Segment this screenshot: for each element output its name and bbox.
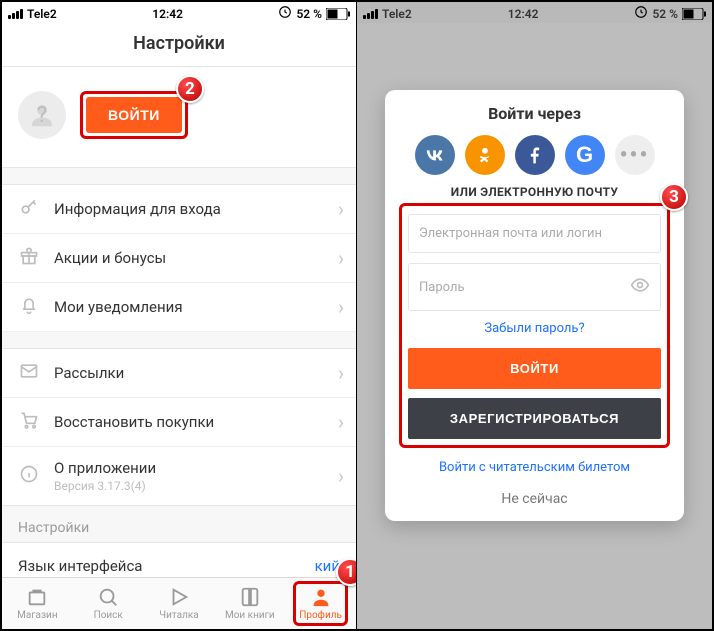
chevron-right-icon: ›	[338, 197, 344, 221]
chevron-right-icon: ›	[338, 295, 344, 319]
gift-icon	[18, 246, 40, 270]
battery-icon	[326, 8, 350, 20]
badge-1: 1	[336, 558, 357, 586]
highlight-form: Электронная почта или логин Пароль Забыл…	[399, 203, 670, 448]
clock-label: 12:42	[508, 7, 539, 21]
avatar-placeholder: ?	[18, 91, 66, 139]
carrier-label: Tele2	[382, 7, 412, 21]
list-label: Рассылки	[54, 364, 124, 382]
social-vk-button[interactable]	[415, 135, 455, 175]
tab-profile[interactable]: Профиль 1	[285, 578, 356, 629]
tab-bar: Магазин Поиск Читалка Мои книги Профиль …	[2, 577, 356, 629]
profile-icon	[310, 586, 332, 608]
login-modal: Войти через G ••• ИЛИ ЭЛЕКТРОННУЮ ПОЧТУ	[385, 90, 684, 521]
status-bar: Tele2 12:42 52 %	[2, 2, 356, 23]
tab-store[interactable]: Магазин	[2, 578, 73, 629]
highlight-login: ВОЙТИ	[80, 91, 188, 139]
tab-label: Магазин	[17, 610, 57, 621]
chevron-right-icon: ›	[338, 410, 344, 434]
tab-reader[interactable]: Читалка	[144, 578, 215, 629]
not-now-button[interactable]: Не сейчас	[385, 491, 684, 507]
battery-pct-label: 52 %	[296, 7, 322, 21]
rotation-lock-icon	[278, 5, 292, 22]
modal-title: Войти через	[385, 104, 684, 123]
forgot-password-link[interactable]: Забыли пароль?	[408, 321, 661, 336]
chevron-right-icon: ›	[338, 464, 344, 488]
vk-icon	[424, 144, 446, 166]
battery-icon	[682, 8, 706, 20]
search-icon	[97, 586, 119, 608]
bell-icon	[18, 295, 40, 319]
list-item-newsletters[interactable]: Рассылки ›	[2, 349, 356, 398]
google-icon: G	[576, 142, 593, 168]
tab-label: Читалка	[159, 610, 198, 621]
settings-list: Информация для входа › Акции и бонусы › …	[2, 184, 356, 332]
settings-list-2: Рассылки › Восстановить покупки › О прил…	[2, 348, 356, 506]
list-item-restore[interactable]: Восстановить покупки ›	[2, 398, 356, 447]
badge-2: 2	[176, 75, 204, 103]
facebook-icon	[525, 145, 545, 165]
phone-settings: Tele2 12:42 52 % Настройки ? ВОЙТИ 2	[2, 2, 357, 629]
list-item-notifications[interactable]: Мои уведомления ›	[2, 283, 356, 332]
section-label: Настройки	[2, 506, 356, 542]
play-icon	[168, 586, 190, 608]
social-row: G •••	[385, 135, 684, 175]
list-label: Акции и бонусы	[54, 249, 166, 267]
list-label: О приложении Версия 3.17.3(4)	[54, 459, 156, 493]
about-version: Версия 3.17.3(4)	[54, 479, 156, 493]
list-label: Мои уведомления	[54, 298, 183, 316]
social-google-button[interactable]: G	[565, 135, 605, 175]
status-bar: Tele2 12:42 52 %	[357, 2, 712, 23]
tab-label: Профиль	[299, 610, 342, 621]
social-more-button[interactable]: •••	[615, 135, 655, 175]
chevron-right-icon: ›	[338, 361, 344, 385]
highlight-profile-tab: Профиль	[293, 581, 348, 626]
tab-mybooks[interactable]: Мои книги	[214, 578, 285, 629]
tab-label: Поиск	[94, 610, 123, 621]
email-input[interactable]: Электронная почта или логин	[408, 214, 661, 253]
login-button[interactable]: ВОЙТИ	[86, 97, 182, 133]
key-icon	[18, 197, 40, 221]
carrier-label: Tele2	[27, 7, 57, 21]
more-icon: •••	[620, 143, 650, 168]
register-button[interactable]: ЗАРЕГИСТРИРОВАТЬСЯ	[408, 398, 661, 439]
signal-icon	[8, 9, 23, 19]
rotation-lock-icon	[634, 5, 648, 22]
reader-card-link[interactable]: Войти с читательским билетом	[385, 460, 684, 475]
book-icon	[239, 586, 261, 608]
list-label: Восстановить покупки	[54, 413, 214, 431]
battery-pct-label: 52 %	[652, 7, 678, 21]
clock-label: 12:42	[152, 7, 183, 21]
list-item-about[interactable]: О приложении Версия 3.17.3(4) ›	[2, 447, 356, 506]
phone-login-modal: Tele2 12:42 52 % Войти через	[357, 2, 712, 629]
tab-label: Мои книги	[225, 610, 275, 621]
page-title: Настройки	[2, 33, 356, 54]
badge-3: 3	[660, 183, 688, 211]
ok-icon	[475, 145, 495, 165]
chevron-right-icon: ›	[338, 246, 344, 270]
profile-box: ? ВОЙТИ 2	[2, 67, 356, 168]
or-email-label: ИЛИ ЭЛЕКТРОННУЮ ПОЧТУ	[385, 185, 684, 199]
list-item-login-info[interactable]: Информация для входа ›	[2, 185, 356, 234]
signal-icon	[363, 9, 378, 19]
header: Настройки	[2, 23, 356, 67]
email-placeholder: Электронная почта или логин	[419, 226, 602, 241]
list-label: Информация для входа	[54, 200, 221, 218]
password-placeholder: Пароль	[419, 280, 465, 295]
cart-icon	[18, 410, 40, 434]
info-icon	[18, 464, 40, 488]
login-submit-button[interactable]: ВОЙТИ	[408, 348, 661, 389]
store-icon	[26, 586, 48, 608]
mail-icon	[18, 361, 40, 385]
password-input[interactable]: Пароль	[408, 263, 661, 311]
social-ok-button[interactable]	[465, 135, 505, 175]
tab-search[interactable]: Поиск	[73, 578, 144, 629]
social-fb-button[interactable]	[515, 135, 555, 175]
list-item-promos[interactable]: Акции и бонусы ›	[2, 234, 356, 283]
language-label: Язык интерфейса	[18, 557, 142, 575]
eye-icon[interactable]	[630, 275, 650, 299]
